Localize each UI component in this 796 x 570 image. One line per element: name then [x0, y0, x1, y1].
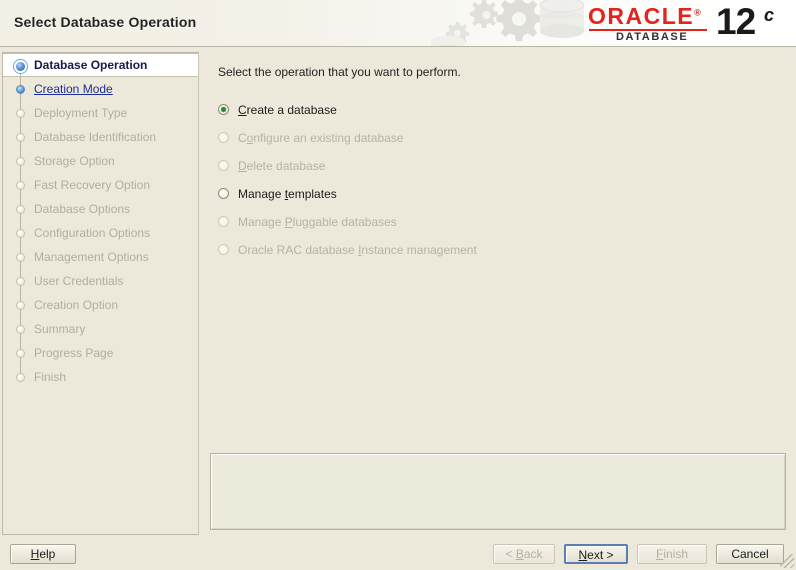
sidebar-step-database-operation[interactable]: Database Operation	[3, 53, 198, 77]
sidebar-step-database-options: Database Options	[3, 197, 198, 221]
button-bar: Help < Back Next > Finish Cancel	[0, 540, 796, 570]
resize-grip[interactable]	[780, 554, 794, 568]
sidebar-step-label: Fast Recovery Option	[34, 178, 150, 192]
sidebar-step-user-credentials: User Credentials	[3, 269, 198, 293]
step-bullet-icon	[16, 205, 25, 214]
header-separator	[0, 46, 796, 47]
sidebar-step-label: User Credentials	[34, 274, 123, 288]
radio-button-icon	[218, 160, 229, 171]
step-bullet-icon	[16, 277, 25, 286]
step-bullet-icon	[16, 325, 25, 334]
wizard-steps-list: Database Operation Creation Mode Deploymen…	[3, 53, 198, 389]
sidebar-step-deployment-type: Deployment Type	[3, 101, 198, 125]
sidebar-step-finish: Finish	[3, 365, 198, 389]
message-panel	[210, 453, 786, 530]
sidebar-step-database-identification: Database Identification	[3, 125, 198, 149]
sidebar-step-label: Finish	[34, 370, 66, 384]
sidebar-step-label: Creation Mode	[34, 82, 113, 96]
radio-button-icon	[218, 132, 229, 143]
page-title: Select Database Operation	[14, 14, 196, 30]
registered-mark: ®	[694, 7, 702, 17]
sidebar-step-label: Database Operation	[34, 58, 147, 72]
radio-option-configure-an-existing-database: Configure an existing database	[216, 124, 776, 152]
sidebar-step-label: Summary	[34, 322, 85, 336]
step-bullet-icon	[16, 133, 25, 142]
radio-option-label: Configure an existing database	[238, 131, 403, 145]
oracle-wordmark: ORACLE®	[588, 3, 702, 30]
step-bullet-icon	[16, 181, 25, 190]
sidebar-step-label: Storage Option	[34, 154, 115, 168]
sidebar-step-label: Deployment Type	[34, 106, 127, 120]
dbca-wizard-window: Select Database Operation ORACLE® DATABA…	[0, 0, 796, 570]
sidebar-step-storage-option: Storage Option	[3, 149, 198, 173]
help-button[interactable]: Help	[10, 544, 76, 564]
sidebar-step-configuration-options: Configuration Options	[3, 221, 198, 245]
back-button: < Back	[493, 544, 555, 564]
sidebar-step-label: Database Identification	[34, 130, 156, 144]
oracle-version-number: 12	[716, 2, 755, 42]
step-bullet-icon	[16, 85, 25, 94]
sidebar-step-label: Management Options	[34, 250, 149, 264]
sidebar-step-summary: Summary	[3, 317, 198, 341]
sidebar-step-creation-mode[interactable]: Creation Mode	[3, 77, 198, 101]
message-text	[211, 454, 785, 466]
step-bullet-icon	[16, 253, 25, 262]
radio-option-create-a-database[interactable]: Create a database	[216, 96, 776, 124]
step-bullet-icon	[16, 373, 25, 382]
step-bullet-icon	[16, 349, 25, 358]
sidebar-step-creation-option: Creation Option	[3, 293, 198, 317]
radio-option-label: Create a database	[238, 103, 337, 117]
wizard-steps-sidebar: Database Operation Creation Mode Deploymen…	[2, 52, 199, 535]
step-bullet-icon	[16, 109, 25, 118]
radio-button-icon[interactable]	[218, 104, 229, 115]
step-bullet-icon	[16, 229, 25, 238]
finish-button: Finish	[637, 544, 707, 564]
step-bullet-icon	[14, 60, 27, 73]
radio-button-icon	[218, 244, 229, 255]
oracle-wordmark-text: ORACLE	[588, 3, 694, 29]
radio-option-manage-templates[interactable]: Manage templates	[216, 180, 776, 208]
radio-selected-dot	[221, 107, 226, 112]
radio-option-oracle-rac-database-instance-management: Oracle RAC database Instance management	[216, 236, 776, 264]
radio-option-delete-database: Delete database	[216, 152, 776, 180]
oracle-database-word: DATABASE	[616, 31, 688, 43]
cancel-button[interactable]: Cancel	[716, 544, 784, 564]
sidebar-step-label: Configuration Options	[34, 226, 150, 240]
sidebar-step-progress-page: Progress Page	[3, 341, 198, 365]
radio-button-icon[interactable]	[218, 188, 229, 199]
operation-radio-group[interactable]: Create a database Configure an existing d…	[216, 96, 776, 264]
step-bullet-icon	[16, 301, 25, 310]
next-button[interactable]: Next >	[564, 544, 628, 564]
radio-option-manage-pluggable-databases: Manage Pluggable databases	[216, 208, 776, 236]
oracle-version-suffix: c	[764, 5, 774, 26]
radio-option-label: Manage templates	[238, 187, 337, 201]
sidebar-step-label: Database Options	[34, 202, 130, 216]
sidebar-step-management-options: Management Options	[3, 245, 198, 269]
radio-option-label: Oracle RAC database Instance management	[238, 243, 477, 257]
radio-option-label: Manage Pluggable databases	[238, 215, 397, 229]
oracle-logo: ORACLE® DATABASE 12 c	[588, 3, 788, 45]
radio-button-icon	[218, 216, 229, 227]
sidebar-step-label: Creation Option	[34, 298, 118, 312]
step-bullet-icon	[16, 157, 25, 166]
sidebar-step-fast-recovery-option: Fast Recovery Option	[3, 173, 198, 197]
radio-option-label: Delete database	[238, 159, 325, 173]
instruction-text: Select the operation that you want to pe…	[218, 65, 461, 79]
header-decoration-gears-icon	[430, 0, 610, 47]
window-header: Select Database Operation ORACLE® DATABA…	[0, 0, 796, 47]
sidebar-step-label: Progress Page	[34, 346, 113, 360]
